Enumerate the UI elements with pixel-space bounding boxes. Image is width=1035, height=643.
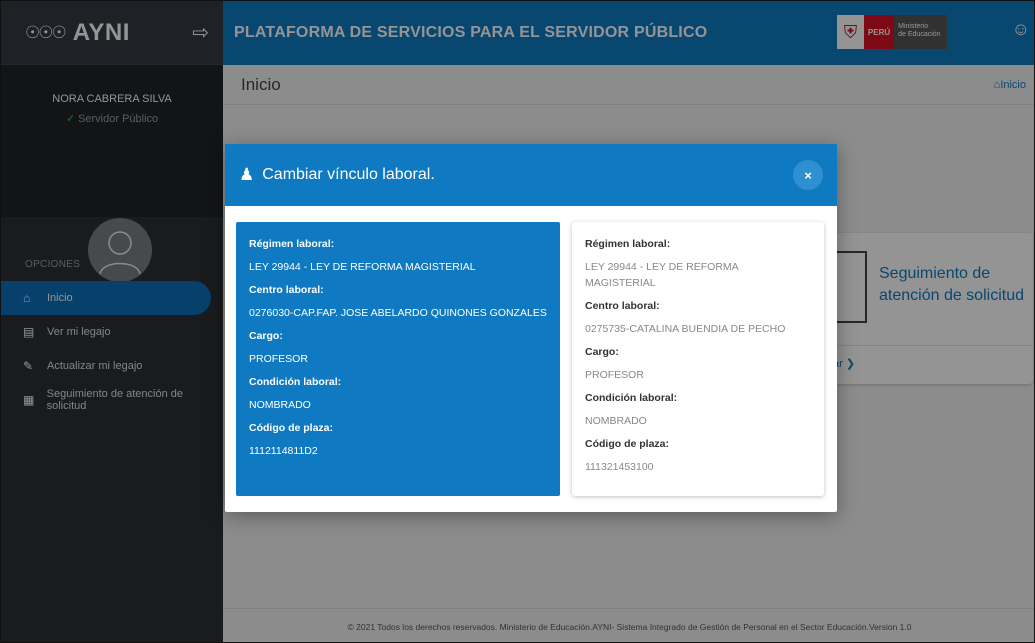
app-window: ☉☉☉ AYNI ⇨ NORA CABRERA SILVA ✓ Servidor … [0,0,1035,643]
modal-header: ♟ Cambiar vínculo laboral. × [225,144,837,206]
plaza-value: 1112114811D2 [249,445,318,457]
condicion-value: NOMBRADO [585,415,647,427]
centro-value: 0276030-CAP.FAP. JOSE ABELARDO QUINONES … [249,307,547,319]
cargo-value: PROFESOR [585,369,644,381]
plaza-label: Código de plaza: [585,438,669,450]
cargo-value: PROFESOR [249,353,308,365]
employment-option-current[interactable]: Régimen laboral: LEY 29944 - LEY DE REFO… [236,222,560,496]
user-switch-icon: ♟ [239,165,255,184]
regimen-label: Régimen laboral: [585,238,671,250]
plaza-label: Código de plaza: [249,422,333,434]
cargo-label: Cargo: [249,330,283,342]
plaza-value: 111321453100 [585,461,654,473]
condicion-label: Condición laboral: [249,376,342,388]
modal-title: Cambiar vínculo laboral. [262,166,435,183]
regimen-label: Régimen laboral: [249,238,335,250]
condicion-label: Condición laboral: [585,392,678,404]
close-button[interactable]: × [793,160,823,190]
centro-label: Centro laboral: [249,284,324,296]
regimen-value: LEY 29944 - LEY DE REFORMA MAGISTERIAL [249,261,476,273]
change-employment-modal: ♟ Cambiar vínculo laboral. × Régimen lab… [225,144,837,512]
regimen-value: LEY 29944 - LEY DE REFORMA MAGISTERIAL [585,261,739,289]
employment-option-other[interactable]: Régimen laboral: LEY 29944 - LEY DE REFO… [572,222,824,496]
condicion-value: NOMBRADO [249,399,311,411]
centro-value: 0275735-CATALINA BUENDIA DE PECHO [585,323,786,335]
cargo-label: Cargo: [585,346,619,358]
centro-label: Centro laboral: [585,300,660,312]
